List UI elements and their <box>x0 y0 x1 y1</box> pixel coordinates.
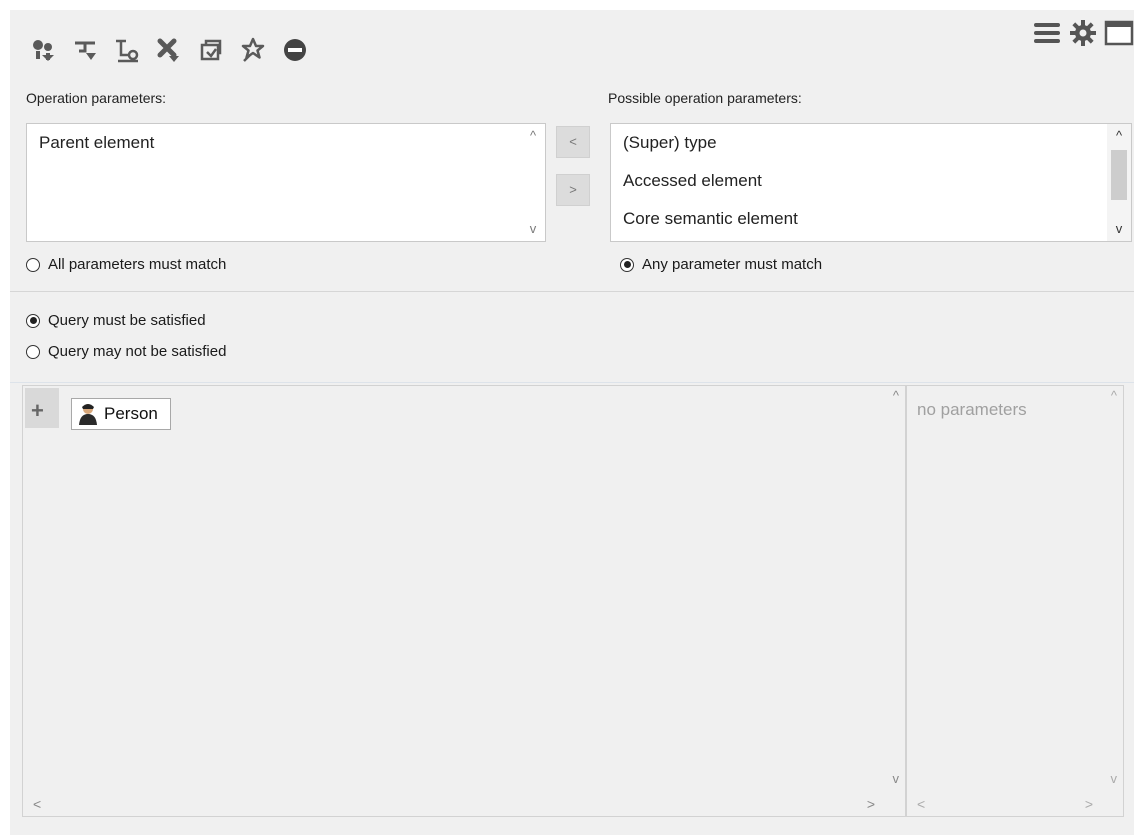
remove-operation-icon[interactable] <box>152 33 186 67</box>
scroll-up-icon[interactable]: ^ <box>893 388 899 403</box>
list-item[interactable]: (Super) type <box>611 124 1131 162</box>
parameters-panel: no parameters ^ v < > <box>906 385 1124 817</box>
copy-icon[interactable] <box>194 33 228 67</box>
scroll-down-icon[interactable]: v <box>1111 771 1118 786</box>
window-icon[interactable] <box>1104 18 1134 53</box>
minus-circle-icon[interactable] <box>278 33 312 67</box>
option-label: Query may not be satisfied <box>48 343 227 360</box>
pin-icon[interactable] <box>236 33 270 67</box>
toolbar <box>26 30 312 70</box>
radio-button[interactable] <box>26 313 40 328</box>
scroll-right-icon[interactable]: > <box>1085 796 1093 812</box>
scroll-left-icon[interactable]: < <box>917 796 925 812</box>
option-label: Query must be satisfied <box>48 312 206 329</box>
scroll-up-icon[interactable]: ^ <box>521 126 545 146</box>
scroll-up-icon[interactable]: ^ <box>1111 388 1117 403</box>
option-label: Any parameter must match <box>642 256 823 273</box>
list-item[interactable]: Accessed element <box>611 162 1131 200</box>
query-not-satisfied-option[interactable]: Query may not be satisfied <box>26 343 226 360</box>
relation-icon[interactable] <box>110 33 144 67</box>
add-operation-icon[interactable] <box>26 33 60 67</box>
possible-parameters-label: Possible operation parameters: <box>608 90 802 106</box>
scroll-left-icon[interactable]: < <box>33 796 41 812</box>
query-tree-area[interactable]: + Person ^ v < > <box>22 385 906 817</box>
operation-parameters-list[interactable]: Parent element ^ v <box>26 123 546 242</box>
vertical-scrollbar[interactable]: ^ v <box>521 124 545 241</box>
move-left-button[interactable]: < <box>556 126 590 158</box>
tree-node-label: Person <box>104 404 158 423</box>
scroll-down-icon[interactable]: v <box>521 219 545 239</box>
operation-parameters-label: Operation parameters: <box>26 90 167 106</box>
scroll-right-icon[interactable]: > <box>867 796 875 812</box>
radio-button[interactable] <box>26 344 40 359</box>
scroll-down-icon[interactable]: v <box>893 771 900 786</box>
any-parameter-option[interactable]: Any parameter must match <box>620 256 822 273</box>
move-right-button[interactable]: > <box>556 174 590 206</box>
radio-button[interactable] <box>620 257 634 272</box>
window-toolbar <box>1032 18 1134 53</box>
expand-plus-icon[interactable]: + <box>31 400 44 422</box>
no-parameters-text: no parameters <box>917 400 1027 419</box>
menu-icon[interactable] <box>1032 18 1062 53</box>
person-icon <box>79 404 97 425</box>
radio-button[interactable] <box>26 257 40 272</box>
settings-icon[interactable] <box>1068 18 1098 53</box>
all-parameters-option[interactable]: All parameters must match <box>26 256 226 273</box>
option-label: All parameters must match <box>48 256 227 273</box>
possible-parameters-list[interactable]: (Super) type Accessed element Core seman… <box>610 123 1132 242</box>
filter-icon[interactable] <box>68 33 102 67</box>
scroll-down-icon[interactable]: v <box>1107 219 1131 239</box>
scrollbar-thumb[interactable] <box>1111 150 1127 200</box>
section-divider <box>10 382 1134 383</box>
vertical-scrollbar[interactable]: ^ v <box>1107 124 1131 241</box>
query-satisfied-option[interactable]: Query must be satisfied <box>26 312 206 329</box>
tree-node-person[interactable]: Person <box>71 398 171 430</box>
section-divider <box>10 291 1134 292</box>
scroll-up-icon[interactable]: ^ <box>1107 126 1131 146</box>
list-item[interactable]: Parent element <box>27 124 545 162</box>
list-item[interactable]: Core semantic element <box>611 200 1131 238</box>
